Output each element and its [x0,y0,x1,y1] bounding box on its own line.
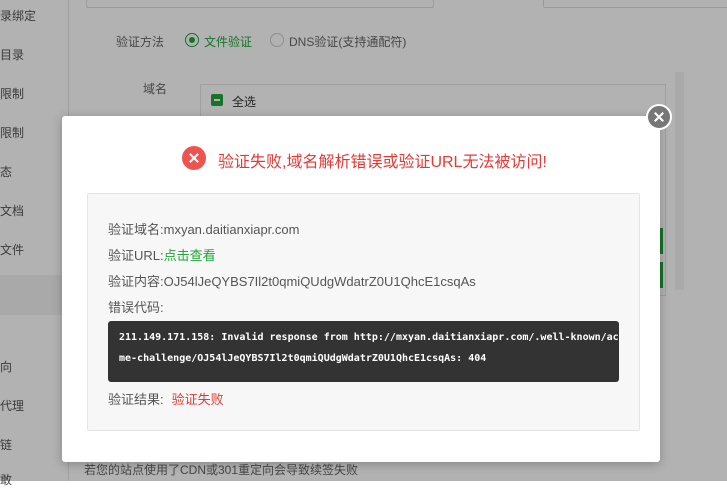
url-row-label: 验证URL: [108,248,164,263]
content-row-label: 验证内容: [108,274,164,289]
url-row: 验证URL:点击查看 [108,245,216,264]
domain-row: 验证域名:mxyan.daitianxiapr.com [108,219,299,238]
error-icon [182,146,206,170]
result-row: 验证结果: 验证失败 [108,389,224,408]
error-code-row: 错误代码: [108,297,164,316]
result-row-label: 验证结果: [108,392,164,407]
domain-row-value: mxyan.daitianxiapr.com [163,222,300,237]
view-url-link[interactable]: 点击查看 [164,248,216,263]
content-row-value: OJ54lJeQYBS7Il2t0qmiQUdgWdatrZ0U1QhcE1cs… [163,274,476,289]
domain-row-label: 验证域名: [108,222,164,237]
verify-failed-dialog: 验证失败,域名解析错误或验证URL无法被访问! 验证域名:mxyan.daiti… [62,116,660,462]
error-code-block: 211.149.171.158: Invalid response from h… [108,321,619,382]
content-row: 验证内容:OJ54lJeQYBS7Il2t0qmiQUdgWdatrZ0U1Qh… [108,271,476,290]
detail-panel: 验证域名:mxyan.daitianxiapr.com 验证URL:点击查看 验… [87,193,640,431]
error-code-label: 错误代码: [108,300,164,315]
close-icon[interactable] [646,104,672,130]
dialog-title: 验证失败,域名解析错误或验证URL无法被访问! [218,154,547,171]
result-row-value: 验证失败 [171,392,224,407]
